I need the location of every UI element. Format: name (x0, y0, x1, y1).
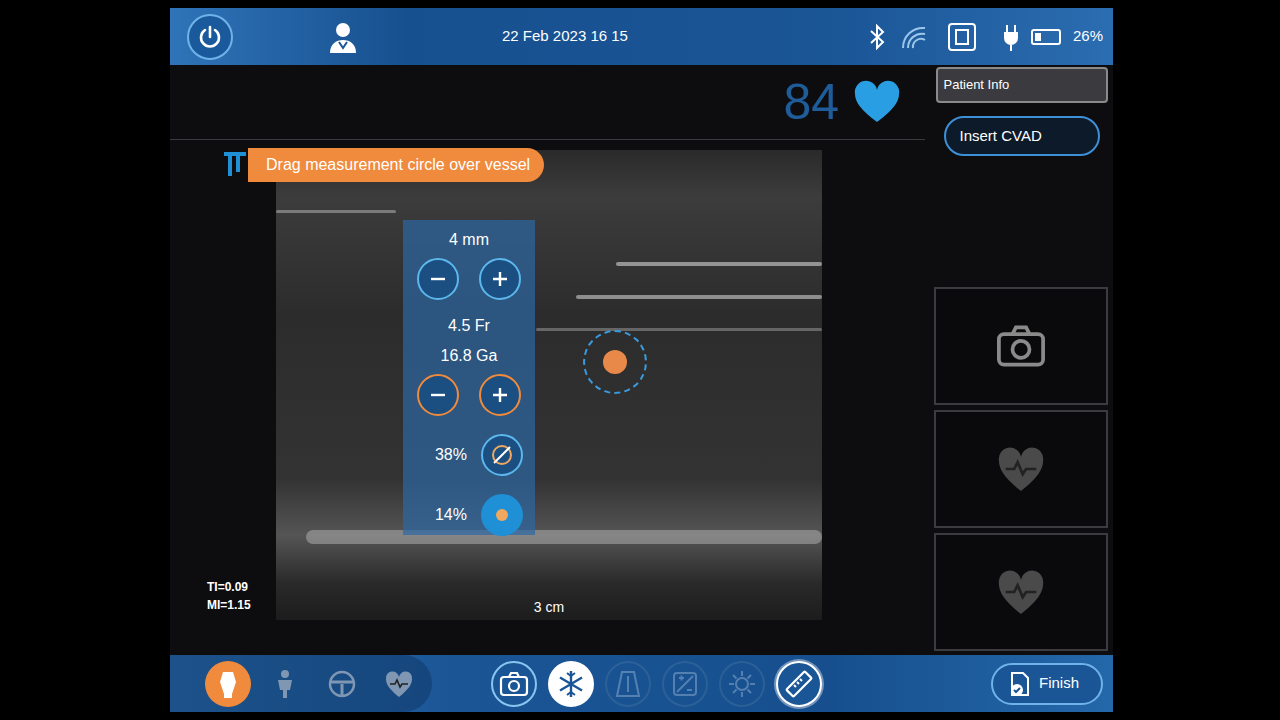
side-button-label: Insert CVAD (960, 125, 1042, 148)
brightness-tool-icon (719, 661, 765, 707)
finish-button[interactable]: Finish (991, 663, 1103, 705)
power-icon[interactable] (187, 14, 233, 60)
steering-mode-icon[interactable] (319, 661, 365, 707)
camera-tool-icon[interactable] (491, 661, 537, 707)
heart-mode-icon[interactable] (376, 661, 422, 707)
side-button[interactable]: Patient Info (936, 67, 1108, 103)
vessel-plus-icon[interactable] (479, 258, 521, 300)
heart-icon (973, 425, 1068, 513)
side-button[interactable]: Insert CVAD (944, 116, 1100, 156)
heart-rate-row: 84 (170, 65, 925, 140)
catheter-minus-icon[interactable] (417, 374, 459, 416)
top-bar: 22 Feb 2023 16 15 26% (170, 8, 1113, 65)
catheter-gauge: 16.8 Ga (441, 344, 498, 368)
finish-label: Finish (1039, 672, 1079, 695)
probe-mode-icon[interactable] (205, 661, 251, 707)
hint-label: Drag measurement circle over vessel (248, 148, 544, 182)
vessel-minus-icon[interactable] (417, 258, 459, 300)
hint-banner: Drag measurement circle over vessel (222, 148, 544, 182)
logo-icon (222, 151, 248, 179)
vessel-diameter: 4 mm (449, 228, 489, 252)
area-ratio-icon[interactable] (481, 494, 523, 536)
measurement-panel: 4 mm 4.5 Fr 16.8 Ga (403, 220, 535, 535)
side-button-label: Patient Info (944, 75, 1010, 95)
app: 22 Feb 2023 16 15 26% 84 (170, 8, 1113, 712)
finish-icon (1009, 671, 1031, 697)
battery-icon (1031, 29, 1061, 45)
catheter-ratio: 38% (415, 443, 467, 467)
thumbnail-slot[interactable] (934, 287, 1108, 405)
heart-rate: 84 (783, 77, 839, 127)
measure-tool-icon[interactable] (776, 661, 822, 707)
heart-icon (853, 80, 901, 124)
date-time: 22 Feb 2023 16 15 (502, 25, 628, 48)
main-area: 84 TI=0.09 MI=1.15 (170, 65, 930, 655)
measurement-circle[interactable] (583, 330, 647, 394)
catheter-french: 4.5 Fr (448, 314, 490, 338)
bottom-bar: Finish (170, 655, 1113, 712)
heart-icon (973, 548, 1068, 636)
depth-tool-icon (605, 661, 651, 707)
plug-icon (1003, 23, 1019, 51)
diameter-ratio-icon[interactable] (481, 434, 523, 476)
catheter-area: 14% (415, 503, 467, 527)
mechanical-index: MI=1.15 (207, 596, 276, 614)
gain-tool-icon (662, 661, 708, 707)
camera-icon (973, 302, 1068, 390)
thumbnail-slot[interactable] (934, 410, 1108, 528)
ultrasound-image[interactable]: Drag measurement circle over vessel 4 mm… (276, 150, 822, 620)
user-icon[interactable] (325, 19, 361, 55)
battery-level: 26% (1073, 25, 1103, 48)
freeze-tool-icon[interactable] (548, 661, 594, 707)
thumbnail-slot[interactable] (934, 533, 1108, 651)
thermal-index: TI=0.09 (207, 578, 276, 596)
screen: 22 Feb 2023 16 15 26% 84 (0, 0, 1280, 720)
right-panel: Patient Info Insert CVAD (930, 65, 1113, 655)
probe-status-icon (947, 22, 977, 52)
workspace: 84 TI=0.09 MI=1.15 (170, 65, 1113, 655)
body-mode-icon[interactable] (262, 661, 308, 707)
bluetooth-icon (867, 24, 887, 50)
catheter-plus-icon[interactable] (479, 374, 521, 416)
wifi-icon (899, 24, 929, 50)
battery-fill (1035, 33, 1041, 41)
depth-label: 3 cm (534, 597, 564, 618)
